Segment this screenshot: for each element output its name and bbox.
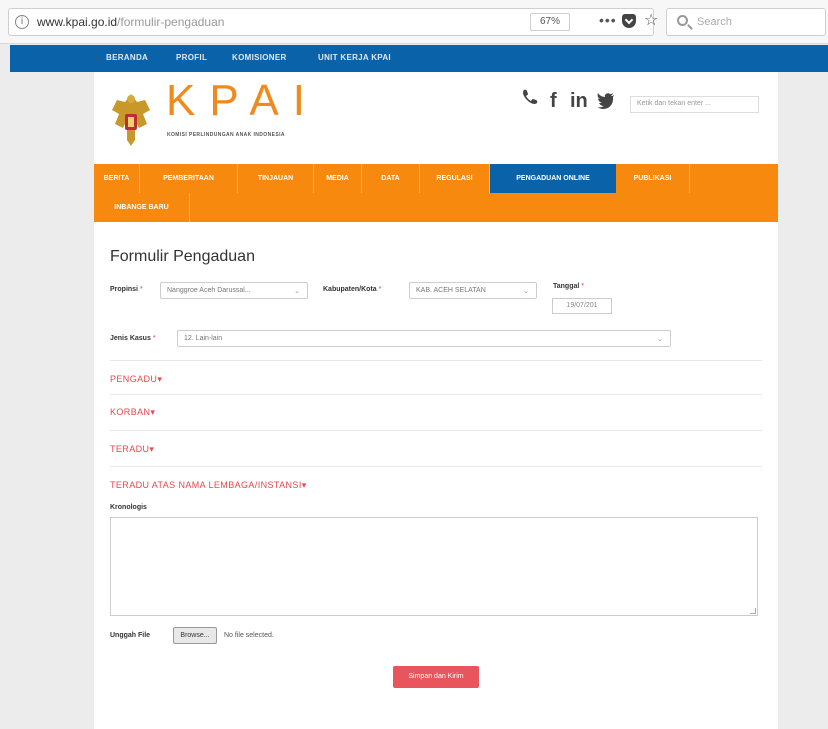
provinsi-value: Nanggroe Aceh Darussal... [167,287,251,294]
tanggal-label: Tanggal * [553,283,584,290]
info-icon[interactable]: i [15,15,29,29]
menu-media[interactable]: MEDIA [314,164,362,193]
menu-publikasi[interactable]: PUBLIKASI [616,164,690,193]
required-mark: * [139,286,143,293]
required-mark: * [378,286,382,293]
logo-subtitle: KOMISI PERLINDUNGAN ANAK INDONESIA [167,132,285,138]
linkedin-icon[interactable]: in [570,90,588,113]
more-actions-icon[interactable]: ••• [599,12,617,28]
logo-text: KPAI [166,76,320,125]
jenis-kasus-select[interactable]: 12. Lain-lain ⌄ [177,330,671,347]
kabupaten-label-text: Kabupaten/Kota [323,286,377,293]
browse-button[interactable]: Browse... [173,627,217,644]
chevron-down-icon: ⌄ [523,287,529,295]
divider [110,360,762,361]
kronologis-label: Kronologis [110,504,147,511]
tanggal-label-text: Tanggal [553,283,580,290]
provinsi-select[interactable]: Nanggroe Aceh Darussal... ⌄ [160,282,308,299]
chevron-down-icon: ⌄ [657,335,663,343]
required-mark: * [152,335,156,342]
menu-berita[interactable]: BERITA [94,164,140,193]
url-domain: www.kpai.go.id [37,15,118,29]
jenis-kasus-value: 12. Lain-lain [184,335,223,342]
kabupaten-label: Kabupaten/Kota * [323,286,381,293]
top-nav-unit-kerja[interactable]: UNIT KERJA KPAI [318,53,391,62]
menu-data[interactable]: DATA [362,164,420,193]
main-menu: BERITA PEMBERITAAN TINJAUAN MEDIA DATA R… [94,164,778,222]
menu-inbange-baru[interactable]: INBANGE BARU [94,193,190,222]
tanggal-input[interactable]: 19/07/201 [552,298,612,314]
jenis-kasus-label: Jenis Kasus * [110,335,156,342]
resize-handle-icon[interactable] [750,608,756,614]
menu-pengaduan-online[interactable]: PENGADUAN ONLINE [490,164,616,193]
browser-search-box[interactable]: Search [666,8,826,36]
zoom-level[interactable]: 67% [530,13,570,31]
kabupaten-value: KAB. ACEH SELATAN [416,287,486,294]
top-nav: BERANDA PROFIL KOMISIONER UNIT KERJA KPA… [10,45,828,72]
menu-regulasi[interactable]: REGULASI [420,164,490,193]
section-teradu-lembaga-label: TERADU ATAS NAMA LEMBAGA/INSTANSI [110,480,302,490]
address-bar[interactable]: i www.kpai.go.id/formulir-pengaduan 67% … [8,8,658,36]
divider [110,466,762,467]
garuda-emblem-icon [112,94,150,146]
browser-toolbar: i www.kpai.go.id/formulir-pengaduan 67% … [0,0,828,44]
no-file-text: No file selected. [224,632,274,639]
header-search-input[interactable]: Ketik dan tekan enter ... [630,96,759,113]
facebook-icon[interactable]: f [550,90,557,113]
submit-button[interactable]: Simpan dan Kirim [393,666,479,688]
section-korban[interactable]: KORBAN▾ [110,407,155,418]
top-nav-beranda[interactable]: BERANDA [106,53,148,62]
section-pengadu[interactable]: PENGADU▾ [110,374,162,385]
page-content: KPAI KOMISI PERLINDUNGAN ANAK INDONESIA … [94,72,778,729]
menu-pemberitaan[interactable]: PEMBERITAAN [140,164,238,193]
provinsi-label: Propinsi * [110,286,143,293]
menu-tinjauan[interactable]: TINJAUAN [238,164,314,193]
pocket-icon[interactable] [622,14,636,28]
kronologis-textarea[interactable] [110,517,758,616]
section-pengadu-label: PENGADU [110,374,158,384]
section-korban-label: KORBAN [110,407,151,417]
form-title: Formulir Pengaduan [110,248,255,265]
section-teradu[interactable]: TERADU▾ [110,444,154,455]
twitter-icon[interactable] [597,92,615,115]
bookmark-star-icon[interactable]: ☆ [644,10,658,29]
search-icon [677,15,688,26]
section-teradu-lembaga[interactable]: TERADU ATAS NAMA LEMBAGA/INSTANSI▾ [110,480,307,491]
file-upload-label: Unggah File [110,632,151,639]
jenis-kasus-label-text: Jenis Kasus [110,335,151,342]
kabupaten-select[interactable]: KAB. ACEH SELATAN ⌄ [409,282,537,299]
divider [110,394,762,395]
top-nav-profil[interactable]: PROFIL [176,53,207,62]
browser-search-placeholder: Search [697,16,732,28]
provinsi-label-text: Propinsi [110,286,139,293]
phone-icon[interactable] [521,88,539,112]
required-mark: * [581,283,585,290]
header-search-placeholder: Ketik dan tekan enter ... [637,100,711,107]
section-teradu-label: TERADU [110,444,150,454]
url-path: /formulir-pengaduan [117,15,225,29]
divider [110,430,762,431]
chevron-down-icon: ⌄ [294,287,300,295]
url-text[interactable]: www.kpai.go.id/formulir-pengaduan [37,15,224,29]
top-nav-komisioner[interactable]: KOMISIONER [232,53,287,62]
